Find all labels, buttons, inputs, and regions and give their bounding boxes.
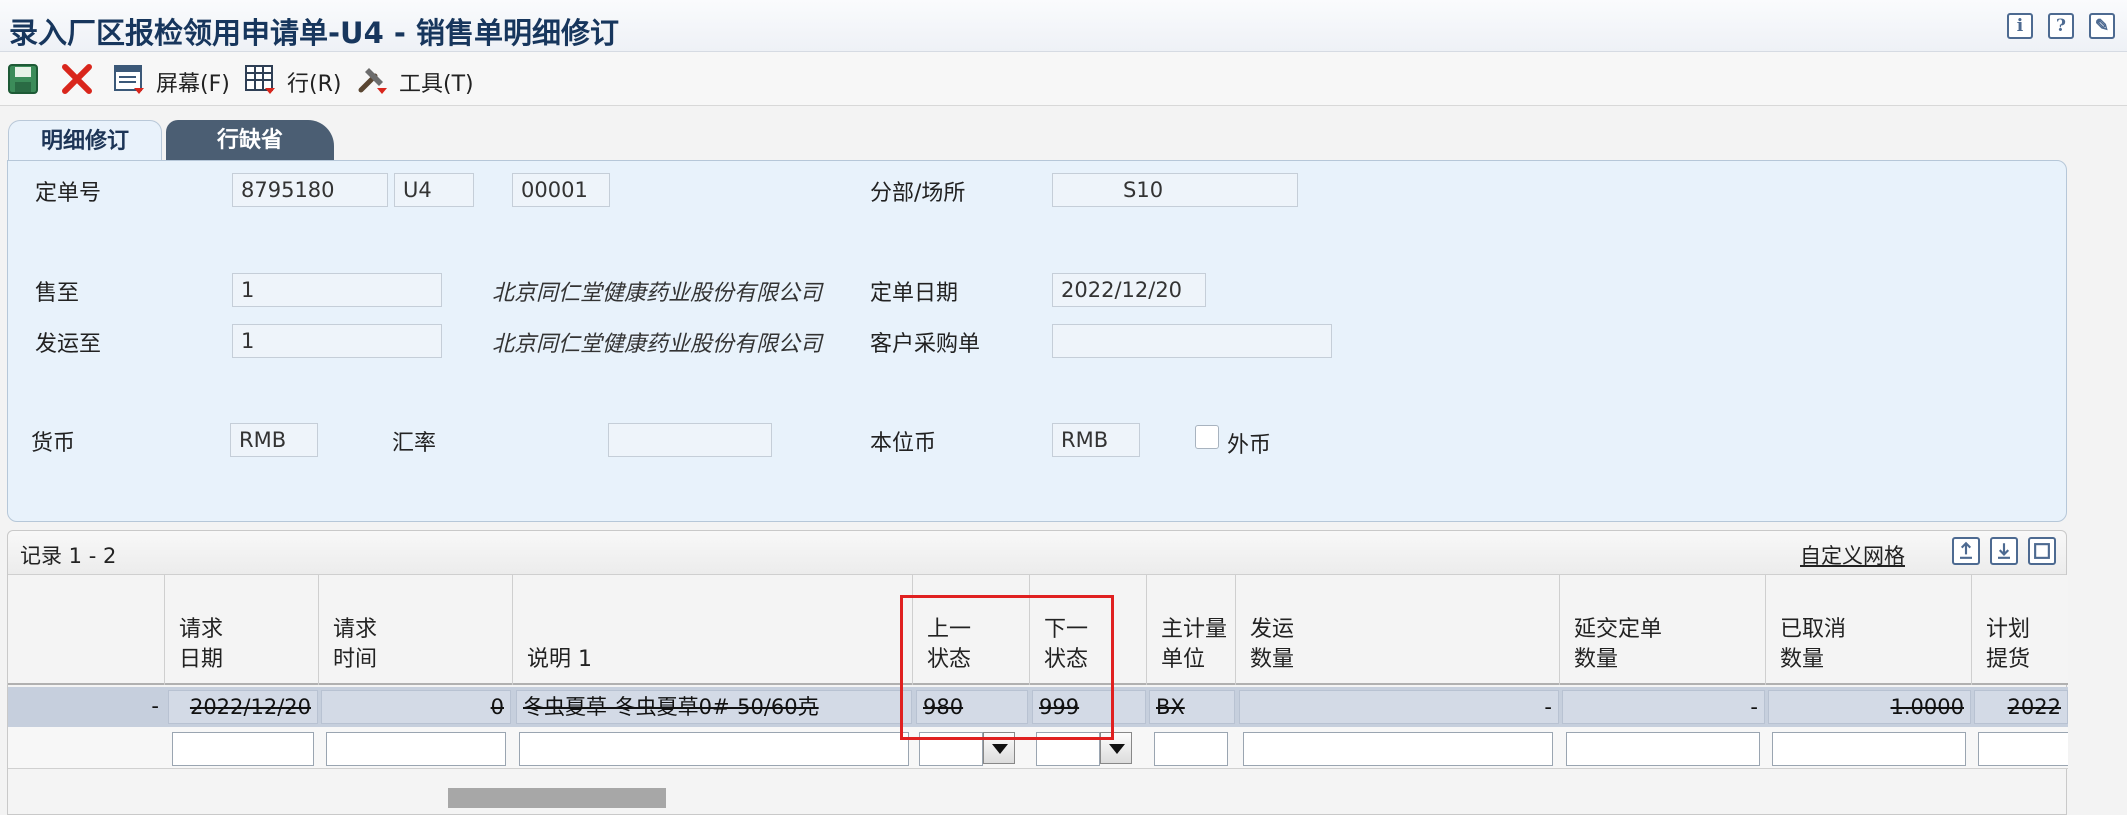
order-date-label: 定单日期 [870, 281, 959, 306]
cell-description[interactable]: 冬虫夏草-冬虫夏草0#-50/60克 [516, 690, 912, 724]
row-icon[interactable] [243, 62, 277, 96]
column-header-backorder-qty[interactable]: 延交定单 数量 [1560, 575, 1766, 685]
grid-header-bar: 记录 1 - 2 自定义网格 [8, 531, 2066, 575]
row-select-cell[interactable]: - [108, 690, 165, 724]
input-request-time[interactable] [326, 732, 506, 766]
cancel-icon[interactable] [60, 62, 94, 96]
exchange-rate-field[interactable] [608, 423, 772, 457]
order-no-field[interactable]: 8795180 [232, 173, 388, 207]
foreign-currency-checkbox[interactable] [1195, 425, 1219, 449]
ship-to-field[interactable]: 1 [232, 324, 442, 358]
input-uom[interactable] [1154, 732, 1228, 766]
input-backorder-qty[interactable] [1566, 732, 1760, 766]
cell-request-date[interactable]: 2022/12/20 [168, 690, 318, 724]
title-bar: 录入厂区报检领用申请单-U4 - 销售单明细修订 i ? ✎ [0, 0, 2127, 52]
currency-field[interactable]: RMB [230, 423, 318, 457]
order-no-label: 定单号 [35, 181, 102, 206]
foreign-currency-label: 外币 [1227, 433, 1272, 458]
currency-label: 货币 [31, 431, 76, 456]
input-request-date[interactable] [172, 732, 314, 766]
tab-line-defaults[interactable]: 行缺省 [166, 120, 334, 162]
input-planned-pickup[interactable] [1978, 732, 2068, 766]
customer-po-field[interactable] [1052, 324, 1332, 358]
cell-backorder-qty[interactable]: - [1562, 690, 1765, 724]
ship-to-name: 北京同仁堂健康药业股份有限公司 [492, 332, 823, 357]
cell-uom[interactable]: BX [1149, 690, 1235, 724]
window-title: 录入厂区报检领用申请单-U4 - 销售单明细修订 [9, 16, 619, 50]
column-header-request-time[interactable]: 请求 时间 [319, 575, 513, 685]
sold-to-field[interactable]: 1 [232, 273, 442, 307]
column-header-ship-qty[interactable]: 发运 数量 [1236, 575, 1560, 685]
personalize-icon[interactable]: ✎ [2089, 13, 2115, 39]
horizontal-scrollbar[interactable] [448, 788, 666, 808]
help-icon[interactable]: ? [2048, 13, 2074, 39]
screen-icon[interactable] [112, 62, 146, 96]
import-icon[interactable] [1990, 537, 2018, 565]
sold-to-name: 北京同仁堂健康药业股份有限公司 [492, 281, 823, 306]
order-date-field[interactable]: 2022/12/20 [1052, 273, 1206, 307]
sold-to-label: 售至 [35, 281, 80, 306]
customize-grid-link[interactable]: 自定义网格 [1800, 540, 1905, 570]
column-header-planned-pickup[interactable]: 计划 提货 [1972, 575, 2068, 685]
column-header-cancelled-qty[interactable]: 已取消 数量 [1766, 575, 1972, 685]
column-header-request-date[interactable]: 请求 日期 [165, 575, 319, 685]
input-description[interactable] [519, 732, 909, 766]
branch-label: 分部/场所 [870, 181, 966, 206]
cell-ship-qty[interactable]: - [1239, 690, 1559, 724]
base-currency-field[interactable]: RMB [1052, 423, 1140, 457]
customer-po-label: 客户采购单 [870, 332, 981, 357]
input-ship-qty[interactable] [1243, 732, 1553, 766]
tools-menu[interactable]: 工具(T) [399, 66, 474, 98]
info-icon[interactable]: i [2007, 13, 2033, 39]
column-header-uom[interactable]: 主计量 单位 [1147, 575, 1236, 685]
base-currency-label: 本位币 [870, 431, 937, 456]
save-icon[interactable] [6, 62, 40, 96]
ship-to-label: 发运至 [35, 332, 102, 357]
input-cancelled-qty[interactable] [1772, 732, 1966, 766]
exchange-rate-label: 汇率 [392, 431, 437, 456]
branch-field[interactable]: S10 [1052, 173, 1298, 207]
order-header-panel: 定单号 8795180 U4 00001 分部/场所 S10 售至 1 北京同仁… [7, 160, 2067, 522]
row-menu[interactable]: 行(R) [287, 66, 341, 98]
export-icon[interactable] [1952, 537, 1980, 565]
order-company-field[interactable]: 00001 [512, 173, 610, 207]
toolbar: 屏幕(F) 行(R) 工具(T) [0, 52, 2127, 106]
screen-menu[interactable]: 屏幕(F) [156, 66, 230, 98]
column-header-select[interactable] [8, 575, 165, 685]
column-header-description[interactable]: 说明 1 [513, 575, 913, 685]
highlight-box [900, 595, 1114, 740]
cell-cancelled-qty[interactable]: 1.0000 [1768, 690, 1971, 724]
cell-planned-pickup[interactable]: 2022 [1974, 690, 2068, 724]
records-count: 记录 1 - 2 [20, 544, 117, 568]
maximize-icon[interactable] [2028, 537, 2056, 565]
cell-request-time[interactable]: 0 [321, 690, 511, 724]
tools-icon[interactable] [355, 62, 389, 96]
order-type-field[interactable]: U4 [394, 173, 474, 207]
tab-detail-revision[interactable]: 明细修订 [8, 120, 162, 162]
